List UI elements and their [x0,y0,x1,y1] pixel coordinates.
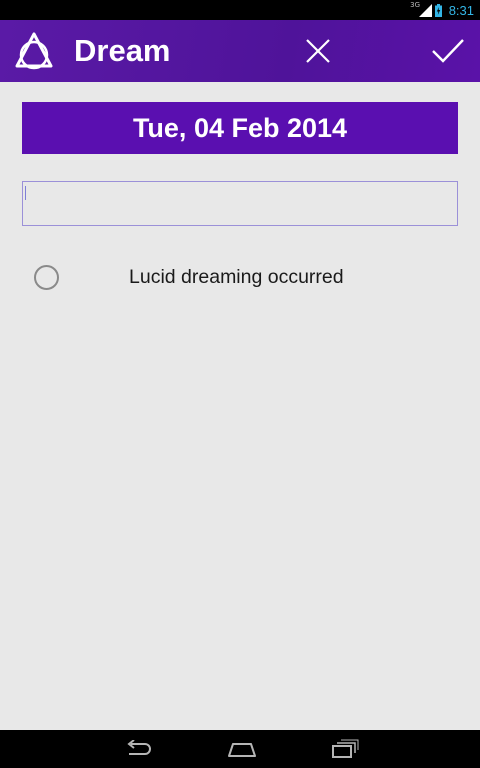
date-label: Tue, 04 Feb 2014 [132,112,348,143]
date-button[interactable]: Tue, 04 Feb 2014 [22,102,458,154]
lucid-dreaming-radio[interactable] [34,265,59,290]
confirm-button[interactable] [424,31,472,71]
cancel-button[interactable] [296,31,340,71]
triangle-circle-logo-icon[interactable] [14,31,54,71]
status-bar: 3G 8:31 [0,0,480,20]
app-title: Dream [74,33,171,68]
signal-icon [418,3,432,17]
text-cursor [25,186,26,200]
battery-charging-icon [434,3,442,17]
home-icon [228,743,256,757]
back-button[interactable] [116,734,160,764]
home-button[interactable] [220,734,264,764]
status-icons: 8:31 [418,0,474,20]
lucid-dreaming-label[interactable]: Lucid dreaming occurred [129,266,344,289]
recent-apps-icon [332,739,359,758]
recent-apps-button[interactable] [322,734,366,764]
clock-label: 8:31 [448,2,474,18]
back-icon [127,740,151,755]
dream-text-input[interactable] [22,181,458,226]
action-bar: Dream [0,20,480,82]
close-icon [306,39,330,63]
navigation-bar [0,730,480,768]
check-icon [432,39,464,63]
